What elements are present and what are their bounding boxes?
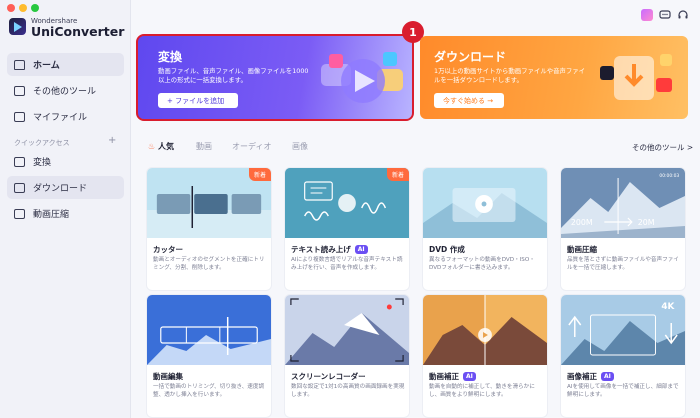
image-enhancer-thumbnail: 4K (561, 295, 685, 365)
sidebar-item-my-files[interactable]: マイファイル (7, 105, 124, 128)
card-title-text: 動画補正 (429, 372, 459, 381)
svg-text:00:00:03: 00:00:03 (659, 173, 679, 179)
tool-card-text-to-speech[interactable]: 新着 テキスト読み上げ AI AIにより複数言語でリアルな音声テキスト読み上げを行… (284, 167, 410, 291)
headset-support-icon[interactable] (677, 9, 689, 21)
start-now-button[interactable]: 今すぐ始める → (434, 93, 504, 108)
compress-icon (14, 208, 25, 219)
sidebar-item-other-tools[interactable]: その他のツール (7, 79, 124, 102)
card-title-text: 動画圧縮 (567, 245, 597, 254)
highlight-outline (136, 34, 414, 121)
card-description: 動画とオーディオのセグメントを正確にトリミング、分割、削除します。 (153, 257, 265, 271)
tab-video[interactable]: 動画 (196, 141, 212, 152)
video-editor-thumbnail (147, 295, 271, 365)
download-banner-title: ダウンロード (434, 50, 507, 64)
tool-card-dvd-creator[interactable]: DVD 作成 異なるフォーマットの動画をDVD・ISO・DVDフォルダーに書き込… (422, 167, 548, 291)
sidebar-item-label: 変換 (33, 158, 52, 168)
maximize-window-button[interactable] (31, 4, 39, 12)
svg-text:200M: 200M (571, 218, 593, 227)
card-description: 異なるフォーマットの動画をDVD・ISO・DVDフォルダーに書き込みます。 (429, 257, 535, 271)
screen-recorder-thumbnail (285, 295, 409, 365)
tool-card-image-enhancer[interactable]: 4K 画像補正 AI AIを使用して画像を一括で補正し、細部まで鮮明にします。 (560, 294, 686, 418)
sidebar-item-convert[interactable]: 変換 (7, 150, 124, 173)
new-badge: 新着 (386, 168, 409, 181)
quick-access-label: クイックアクセス (14, 139, 70, 147)
card-title: 動画編集 (153, 371, 183, 382)
tool-card-screen-recorder[interactable]: スクリーンレコーダー 数回な設定で1対1の高画質の画面録画を実現します。 (284, 294, 410, 418)
card-title: 画像補正 AI (567, 371, 614, 382)
home-icon (14, 59, 25, 70)
card-description: AIを使用して画像を一括で補正し、細部まで鮮明にします。 (567, 384, 679, 398)
tab-label: 人気 (157, 142, 174, 151)
tool-card-cutter[interactable]: 新着 カッター 動画とオーディオのセグメントを正確にトリミング、分割、削除します… (146, 167, 272, 291)
card-title-text: スクリーンレコーダー (291, 372, 366, 381)
toolbox-icon (14, 85, 25, 96)
card-title-text: DVD 作成 (429, 245, 465, 254)
ai-badge: AI (601, 372, 614, 381)
sidebar-item-label: ダウンロード (33, 184, 88, 194)
new-badge: 新着 (248, 168, 271, 181)
download-banner[interactable]: ダウンロード 1万以上の動画サイトから動画ファイルや音声ファイルを一括ダウンロー… (420, 36, 688, 119)
app-window: Wondershare UniConverter ホーム その他のツール マイフ… (0, 0, 700, 418)
svg-text:4K: 4K (661, 302, 675, 312)
card-title: 動画補正 AI (429, 371, 476, 382)
download-illustration-icon (600, 54, 672, 100)
close-window-button[interactable] (7, 4, 15, 12)
ai-badge: AI (463, 372, 476, 381)
convert-icon (14, 156, 25, 167)
card-description: 品質を落とさずに動画ファイルや音声ファイルを一括で圧縮します。 (567, 257, 679, 271)
download-icon (14, 182, 25, 193)
card-description: 一括で動画のトリミング、切り抜き、速度調整、透かし挿入を行います。 (153, 384, 265, 398)
tool-card-video-enhancer[interactable]: 動画補正 AI 動画を自動的に補正して、動きを滑らかにし、画質をより鮮明にします。 (422, 294, 548, 418)
card-title: DVD 作成 (429, 244, 465, 255)
sidebar-item-download[interactable]: ダウンロード (7, 176, 124, 199)
card-title-text: 動画編集 (153, 372, 183, 381)
card-description: 数回な設定で1対1の高画質の画面録画を実現します。 (291, 384, 405, 398)
card-title: スクリーンレコーダー (291, 371, 366, 382)
tab-popular[interactable]: ♨ 人気 (148, 141, 174, 152)
sidebar-item-compress[interactable]: 動画圧縮 (7, 202, 124, 225)
app-logo (9, 18, 26, 35)
svg-text:20M: 20M (638, 218, 655, 227)
folder-icon (14, 111, 25, 122)
dvd-creator-thumbnail (423, 168, 547, 238)
card-title: 動画圧縮 (567, 244, 597, 255)
sidebar-item-label: マイファイル (33, 113, 88, 123)
card-description: AIにより複数言語でリアルな音声テキスト読み上げを行い、音声を作成します。 (291, 257, 403, 271)
video-enhancer-thumbnail (423, 295, 547, 365)
sidebar-item-label: ホーム (33, 61, 60, 71)
ai-badge: AI (354, 245, 368, 254)
card-description: 動画を自動的に補正して、動きを滑らかにし、画質をより鮮明にします。 (429, 384, 535, 398)
tool-card-video-editor[interactable]: 動画編集 一括で動画のトリミング、切り抜き、速度調整、透かし挿入を行います。 (146, 294, 272, 418)
card-title: カッター (153, 244, 183, 255)
card-title: テキスト読み上げ AI (291, 244, 368, 255)
sidebar-item-home[interactable]: ホーム (7, 53, 124, 76)
tool-card-video-compressor[interactable]: 200M 20M 00:00:03 動画圧縮 品質を落とさずに動画ファイルや音声… (560, 167, 686, 291)
video-compressor-thumbnail: 200M 20M 00:00:03 (561, 168, 685, 238)
minimize-window-button[interactable] (19, 4, 27, 12)
brand-name: UniConverter (31, 24, 125, 39)
account-avatar[interactable] (641, 9, 653, 21)
message-icon[interactable] (659, 9, 671, 21)
tab-audio[interactable]: オーディオ (232, 141, 271, 152)
card-title-text: カッター (153, 245, 183, 254)
fire-icon: ♨ (148, 142, 156, 151)
more-tools-link[interactable]: その他のツール > (632, 142, 693, 153)
add-quick-access-button[interactable]: + (108, 135, 116, 146)
sidebar-item-label: 動画圧縮 (33, 210, 70, 220)
tab-image[interactable]: 画像 (292, 141, 308, 152)
download-banner-desc: 1万以上の動画サイトから動画ファイルや音声ファイルを一括ダウンロードします。 (434, 67, 586, 84)
sidebar-item-label: その他のツール (33, 87, 97, 97)
card-title-text: 画像補正 (567, 372, 597, 381)
sidebar: Wondershare UniConverter ホーム その他のツール マイフ… (0, 0, 131, 418)
card-title-text: テキスト読み上げ (291, 245, 351, 254)
